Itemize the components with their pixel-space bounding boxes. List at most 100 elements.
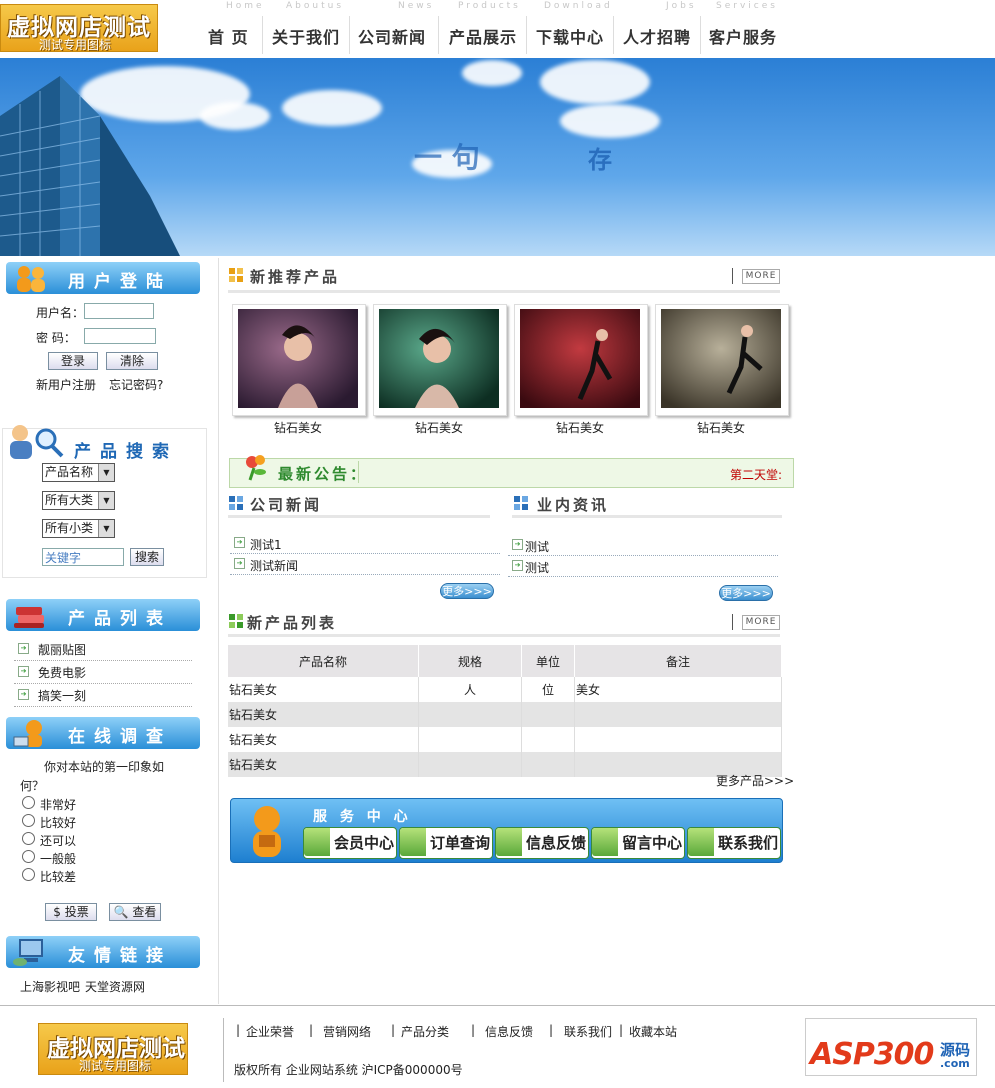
view-results-button[interactable]: 🔍 查看 — [109, 903, 161, 921]
nav-en-services: Services — [716, 1, 778, 11]
nav-jobs[interactable]: 人才招聘 — [623, 24, 691, 48]
footer-link[interactable]: 企业荣誉 — [246, 1023, 294, 1040]
table-cell: 钻石美女 — [228, 702, 419, 727]
product-card[interactable] — [514, 304, 648, 416]
magnifier-icon: 🔍 — [113, 905, 129, 919]
nav-services[interactable]: 客户服务 — [709, 24, 777, 48]
product-list-header: 产品列表 — [6, 599, 200, 631]
footer-link[interactable]: 营销网络 — [323, 1023, 371, 1040]
banner-slogan: 一 句 — [414, 141, 480, 174]
table-cell: 钻石美女 — [228, 752, 419, 777]
footer-sep: | — [391, 1023, 396, 1037]
news-title: 测试 — [525, 561, 550, 575]
cloud-decoration — [540, 60, 650, 104]
product-list-item[interactable]: ➔ 靓丽贴图 — [14, 638, 192, 661]
table-row[interactable]: 钻石美女 — [228, 727, 782, 752]
login-button[interactable]: 登录 — [48, 352, 98, 370]
product-card[interactable] — [373, 304, 507, 416]
footer-link[interactable]: 信息反馈 — [485, 1023, 533, 1040]
grid-blue-icon — [514, 496, 528, 510]
arrow-right-icon: ➔ — [234, 537, 245, 548]
message-center-button[interactable]: 留言中心 — [591, 827, 685, 859]
building-illustration — [0, 76, 180, 256]
arrow-right-icon: ➔ — [18, 643, 29, 654]
username-input[interactable] — [84, 303, 154, 319]
table-row[interactable]: 钻石美女 — [228, 752, 782, 777]
list-item-label: 搞笑一刻 — [38, 689, 87, 703]
nav-download[interactable]: 下载中心 — [536, 24, 604, 48]
product-card[interactable] — [655, 304, 789, 416]
recommend-more-link[interactable]: MORE — [742, 269, 780, 284]
feedback-button[interactable]: 信息反馈 — [495, 827, 589, 859]
product-name[interactable]: 钻石美女 — [514, 419, 646, 436]
news-row[interactable]: ➔ 测试 — [508, 535, 778, 556]
vote-button[interactable]: $ 投票 — [45, 903, 97, 921]
company-news-more-button[interactable]: 更多>>> — [440, 583, 494, 599]
asp300-logo[interactable]: ASP300 源码 .com — [805, 1018, 977, 1076]
friend-link[interactable]: 天堂资源网 — [85, 978, 145, 995]
chevron-down-icon: ▼ — [98, 464, 114, 481]
recommend-heading: 新推荐产品 — [250, 268, 341, 286]
order-query-button[interactable]: 订单查询 — [399, 827, 493, 859]
banner: 一 句 存 — [0, 58, 995, 256]
survey-option-radio[interactable] — [22, 814, 35, 827]
table-cell — [418, 702, 522, 727]
username-label: 用户名： — [36, 306, 85, 320]
friend-link[interactable]: 上海影视吧 — [20, 978, 80, 995]
news-row[interactable]: ➔ 测试 — [508, 556, 778, 577]
footer-link[interactable]: 收藏本站 — [629, 1023, 677, 1040]
survey-option-radio[interactable] — [22, 868, 35, 881]
subcategory-select[interactable]: 所有小类 ▼ — [42, 519, 115, 538]
register-link[interactable]: 新用户注册 — [36, 376, 96, 393]
nav-en-home: Home — [226, 1, 265, 11]
nav-divider — [262, 16, 263, 54]
new-products-table: 产品名称 规格 单位 备注 钻石美女 人 位 美女 钻石美女 钻石美女 钻石美女 — [228, 645, 782, 777]
product-name[interactable]: 钻石美女 — [655, 419, 787, 436]
member-center-button[interactable]: 会员中心 — [303, 827, 397, 859]
nav-products[interactable]: 产品展示 — [449, 24, 517, 48]
footer-link[interactable]: 产品分类 — [401, 1023, 449, 1040]
password-input[interactable] — [84, 328, 156, 344]
product-name[interactable]: 钻石美女 — [232, 419, 364, 436]
search-button[interactable]: 搜索 — [130, 548, 164, 566]
forgot-password-link[interactable]: 忘记密码? — [109, 376, 163, 393]
news-row[interactable]: ➔ 测试1 — [230, 533, 500, 554]
cloud-decoration — [560, 104, 660, 138]
site-logo[interactable]: 虚拟网店测试 测试专用图标 — [0, 4, 158, 52]
product-card[interactable] — [232, 304, 366, 416]
product-name[interactable]: 钻石美女 — [373, 419, 505, 436]
survey-option-label: 比较好 — [40, 816, 77, 830]
survey-option-radio[interactable] — [22, 850, 35, 863]
survey-option-radio[interactable] — [22, 832, 35, 845]
service-label: 订单查询 — [430, 834, 491, 852]
notice-marquee-text[interactable]: 第二天堂: — [730, 466, 782, 483]
table-row[interactable]: 钻石美女 人 位 美女 — [228, 677, 782, 702]
footer-link[interactable]: 联系我们 — [564, 1023, 612, 1040]
flower-icon — [246, 455, 266, 481]
nav-home[interactable]: 首 页 — [208, 24, 249, 48]
industry-news-heading: 业内资讯 — [537, 496, 610, 514]
survey-option-radio[interactable] — [22, 796, 35, 809]
news-row[interactable]: ➔ 测试新闻 — [230, 554, 500, 575]
view-button-label: 查看 — [132, 905, 157, 919]
section-underline — [228, 515, 490, 518]
product-list-item[interactable]: ➔ 搞笑一刻 — [14, 684, 192, 707]
nav-news[interactable]: 公司新闻 — [358, 24, 426, 48]
nav-aboutus[interactable]: 关于我们 — [272, 24, 340, 48]
vote-icon: $ — [53, 905, 61, 919]
product-list-item[interactable]: ➔ 免费电影 — [14, 661, 192, 684]
category-select[interactable]: 所有大类 ▼ — [42, 491, 115, 510]
industry-news-more-button[interactable]: 更多>>> — [719, 585, 773, 601]
books-icon — [14, 607, 44, 628]
contact-us-button[interactable]: 联系我们 — [687, 827, 781, 859]
clear-button[interactable]: 清除 — [106, 352, 158, 370]
arrow-right-icon: ➔ — [234, 558, 245, 569]
more-products-link[interactable]: 更多产品>>> — [716, 772, 794, 789]
logo-subtitle: 测试专用图标 — [39, 38, 112, 52]
footer-logo[interactable]: 虚拟网店测试 测试专用图标 — [38, 1023, 188, 1075]
keyword-input[interactable] — [42, 548, 124, 566]
new-products-more-link[interactable]: MORE — [742, 615, 780, 630]
more-divider — [732, 614, 733, 630]
product-name-select[interactable]: 产品名称 ▼ — [42, 463, 115, 482]
table-row[interactable]: 钻石美女 — [228, 702, 782, 727]
